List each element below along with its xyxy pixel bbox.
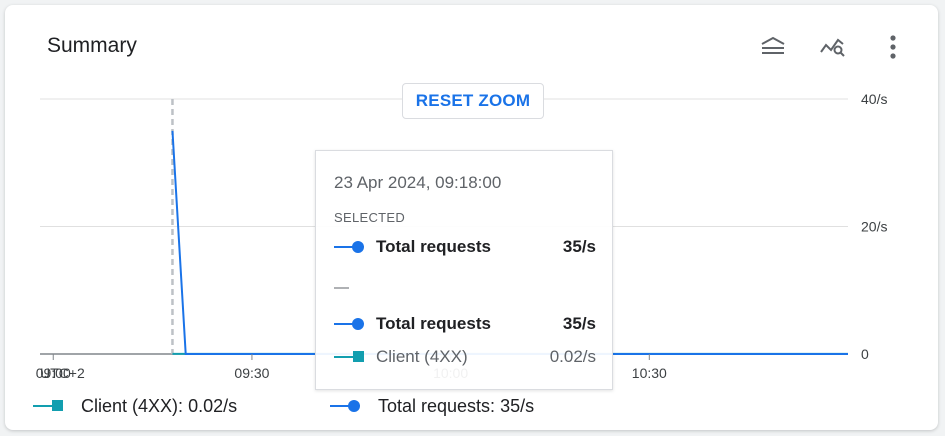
legend-value: 35/s	[500, 395, 535, 416]
legend-item-total-requests[interactable]: Total requests: 35/s	[330, 394, 534, 418]
tooltip-date: 23 Apr 2024, 09:18:00	[334, 173, 502, 192]
y-tick-label: 40/s	[861, 91, 887, 107]
chart-tooltip: 23 Apr 2024, 09:18:00 SELECTED Total req…	[315, 150, 613, 390]
x-tick-label: 09:30	[234, 365, 269, 381]
client-4xx-line-icon	[33, 399, 69, 413]
y-tick-label: 0	[861, 346, 869, 362]
x-tick-label: 09:00	[36, 365, 71, 381]
tooltip-row: Total requests 35/s	[334, 313, 596, 335]
tooltip-series-name: Client (4XX)	[376, 347, 468, 366]
tooltip-series-value: 35/s	[562, 314, 596, 333]
legend-item-client-4xx[interactable]: Client (4XX): 0.02/s	[33, 394, 237, 418]
tooltip-divider: —	[334, 279, 349, 296]
tooltip-series-value: 0.02/s	[549, 347, 596, 366]
client-4xx-line-icon	[334, 350, 370, 364]
legend-label: Client (4XX):	[81, 395, 184, 416]
total-requests-line-icon	[334, 317, 370, 331]
tooltip-selected-row: Total requests 35/s	[334, 236, 596, 258]
legend-label: Total requests:	[378, 395, 496, 416]
reset-zoom-button[interactable]: RESET ZOOM	[402, 83, 544, 119]
x-tick-label: 10:30	[632, 365, 667, 381]
tooltip-series-name: Total requests	[376, 237, 491, 256]
tooltip-series-value: 35/s	[562, 237, 596, 256]
y-tick-label: 20/s	[861, 219, 887, 235]
tooltip-row: Client (4XX) 0.02/s	[334, 346, 596, 368]
legend-value: 0.02/s	[188, 395, 238, 416]
tooltip-series-name: Total requests	[376, 314, 491, 333]
tooltip-selected-label: SELECTED	[334, 210, 406, 225]
total-requests-line-icon	[334, 240, 370, 254]
total-requests-line-icon	[330, 399, 366, 413]
